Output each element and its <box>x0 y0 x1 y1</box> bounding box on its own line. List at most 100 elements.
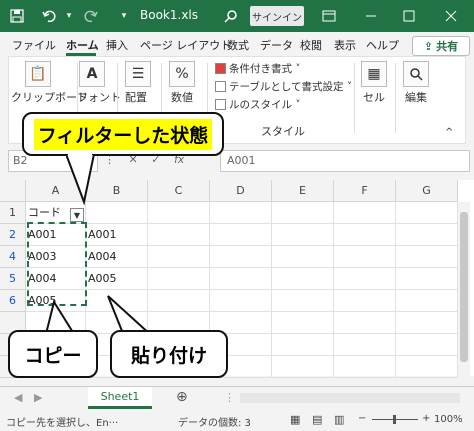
conditional-format-button[interactable]: 条件付き書式 ˅ <box>215 61 301 76</box>
ribbon-display-icon[interactable] <box>318 6 340 26</box>
column-header[interactable]: E <box>272 180 334 202</box>
cell[interactable] <box>396 202 458 224</box>
tab-file[interactable]: ファイル <box>12 37 56 53</box>
normal-view-icon[interactable]: ▦ <box>290 413 300 426</box>
row-header[interactable]: 1 <box>0 202 26 224</box>
cell[interactable] <box>334 224 396 246</box>
vertical-scrollbar[interactable] <box>458 202 470 378</box>
cell[interactable]: A001 <box>86 224 148 246</box>
zoom-out-icon[interactable]: − <box>358 413 366 424</box>
cell[interactable] <box>148 268 210 290</box>
tab-review[interactable]: 校閲 <box>300 37 322 53</box>
cell[interactable] <box>396 356 458 378</box>
cell[interactable] <box>396 246 458 268</box>
row-header[interactable]: 5 <box>0 268 26 290</box>
cell[interactable] <box>396 224 458 246</box>
cell[interactable] <box>396 334 458 356</box>
tab-data[interactable]: データ <box>260 37 293 53</box>
horizontal-scrollbar[interactable] <box>240 393 460 403</box>
add-sheet-icon[interactable]: ⊕ <box>176 389 188 405</box>
select-all-corner[interactable] <box>0 180 26 202</box>
cell[interactable] <box>272 268 334 290</box>
cells-icon[interactable]: ▦ <box>361 61 387 87</box>
clipboard-icon[interactable]: 📋 <box>25 61 51 87</box>
zoom-in-icon[interactable]: + <box>422 413 430 424</box>
cell[interactable] <box>148 246 210 268</box>
zoom-slider-thumb[interactable] <box>393 415 396 424</box>
font-icon[interactable]: A <box>79 61 105 87</box>
cell-style-icon <box>215 99 226 110</box>
scroll-right-icon[interactable]: ▶ <box>34 391 42 404</box>
quick-access-menu-icon[interactable]: ▾ <box>118 7 130 25</box>
tab-formulas[interactable]: 数式 <box>227 37 249 53</box>
cell[interactable] <box>272 224 334 246</box>
row-header[interactable]: 4 <box>0 246 26 268</box>
vertical-scrollbar-thumb[interactable] <box>460 212 468 362</box>
cell[interactable] <box>148 290 210 312</box>
redo-icon[interactable] <box>80 7 100 25</box>
search-icon[interactable] <box>222 7 240 25</box>
column-header[interactable]: F <box>334 180 396 202</box>
sheet-tab-sheet1[interactable]: Sheet1 <box>88 387 152 409</box>
cell[interactable] <box>272 356 334 378</box>
cell[interactable] <box>210 290 272 312</box>
tab-insert[interactable]: 挿入 <box>106 37 128 53</box>
alignment-icon[interactable]: ☰ <box>125 61 151 87</box>
cell[interactable]: A004 <box>86 246 148 268</box>
page-layout-view-icon[interactable]: ▤ <box>312 413 322 426</box>
cell[interactable] <box>272 246 334 268</box>
cell[interactable] <box>210 202 272 224</box>
tab-help[interactable]: ヘルプ <box>366 37 399 53</box>
page-break-view-icon[interactable]: ▥ <box>334 413 344 426</box>
cell[interactable] <box>396 312 458 334</box>
signin-button[interactable]: サインイン <box>250 6 304 26</box>
cell[interactable] <box>210 246 272 268</box>
minimize-icon[interactable] <box>360 6 382 26</box>
cell[interactable] <box>334 312 396 334</box>
cell[interactable] <box>272 312 334 334</box>
cell[interactable]: A005 <box>86 268 148 290</box>
row-header[interactable]: 2 <box>0 224 26 246</box>
tab-view[interactable]: 表示 <box>334 37 356 53</box>
column-header[interactable]: D <box>210 180 272 202</box>
cell[interactable] <box>148 202 210 224</box>
cell[interactable] <box>334 356 396 378</box>
column-header[interactable]: C <box>148 180 210 202</box>
undo-icon[interactable] <box>40 7 60 25</box>
cell-style-button[interactable]: ルのスタイル ˅ <box>215 97 301 112</box>
cell[interactable] <box>272 334 334 356</box>
formula-input[interactable]: A001 <box>220 150 470 172</box>
tab-home[interactable]: ホーム <box>66 37 99 53</box>
copy-callout: コピー <box>8 330 98 378</box>
cell[interactable] <box>148 224 210 246</box>
percent-icon[interactable]: % <box>169 61 195 87</box>
maximize-icon[interactable] <box>398 6 420 26</box>
paste-callout: 貼り付け <box>110 330 228 378</box>
cell[interactable] <box>272 290 334 312</box>
cell[interactable] <box>334 268 396 290</box>
scroll-left-icon[interactable]: ◀ <box>14 391 22 404</box>
tab-page-layout[interactable]: ページ レイアウト <box>140 37 231 53</box>
share-button[interactable]: ⇪ 共有 <box>412 36 470 56</box>
collapse-ribbon-icon[interactable]: ^ <box>445 127 453 138</box>
row-header[interactable]: 6 <box>0 290 26 312</box>
cell[interactable] <box>334 290 396 312</box>
cell[interactable] <box>334 202 396 224</box>
filter-dropdown-icon[interactable]: ▼ <box>70 208 84 222</box>
format-as-table-button[interactable]: テーブルとして書式設定 ˅ <box>215 79 352 94</box>
column-header[interactable]: G <box>396 180 458 202</box>
cell[interactable] <box>210 224 272 246</box>
save-icon[interactable] <box>8 7 26 25</box>
undo-dropdown-icon[interactable]: ▾ <box>64 7 74 25</box>
cell[interactable] <box>396 290 458 312</box>
more-icon[interactable]: ⋮ <box>224 391 235 404</box>
cell[interactable] <box>396 268 458 290</box>
cell[interactable] <box>334 246 396 268</box>
zoom-level[interactable]: 100% <box>434 414 463 425</box>
search-icon[interactable] <box>403 61 429 87</box>
cell[interactable] <box>210 268 272 290</box>
filtered-callout-pointer <box>66 154 96 206</box>
close-icon[interactable] <box>440 6 462 26</box>
cell[interactable] <box>334 334 396 356</box>
cell[interactable] <box>272 202 334 224</box>
